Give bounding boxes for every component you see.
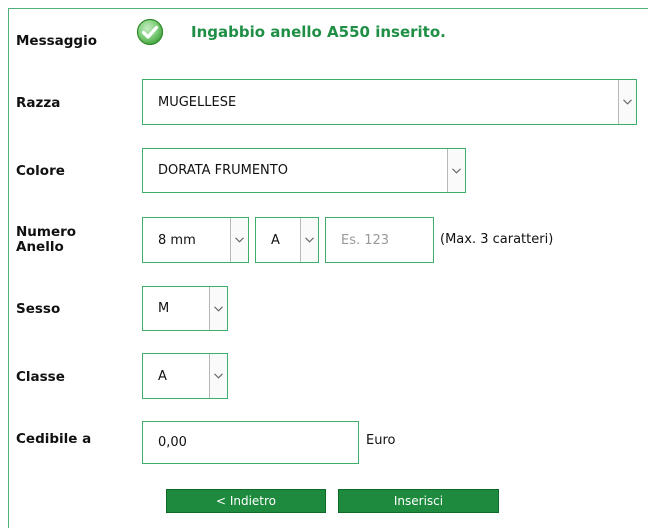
numero-anello-label-line2: Anello <box>16 239 64 255</box>
numero-anello-label-line1: Numero <box>16 224 77 240</box>
chevron-down-icon[interactable] <box>300 218 318 262</box>
ring-number-input[interactable]: Es. 123 <box>325 217 434 263</box>
numero-anello-label: Numero Anello <box>16 225 76 255</box>
cedibile-input[interactable]: 0,00 <box>142 421 359 464</box>
sesso-value: M <box>158 301 170 316</box>
ring-number-placeholder: Es. 123 <box>341 232 390 248</box>
colore-select[interactable]: DORATA FRUMENTO <box>142 148 466 193</box>
classe-label: Classe <box>16 369 65 385</box>
sesso-label: Sesso <box>16 301 61 317</box>
chevron-down-icon[interactable] <box>230 218 248 262</box>
ring-size-value: 8 mm <box>158 232 196 248</box>
razza-value: MUGELLESE <box>158 94 237 110</box>
ring-series-value: A <box>271 232 280 248</box>
ring-series-select[interactable]: A <box>255 217 319 263</box>
razza-select[interactable]: MUGELLESE <box>142 79 637 125</box>
razza-label: Razza <box>16 95 61 111</box>
chevron-down-icon[interactable] <box>209 287 227 330</box>
colore-label: Colore <box>16 163 65 179</box>
classe-value: A <box>158 368 167 384</box>
cedibile-unit: Euro <box>366 433 396 448</box>
cedibile-label: Cedibile a <box>16 431 92 447</box>
colore-value: DORATA FRUMENTO <box>158 163 288 178</box>
submit-button[interactable]: Inserisci <box>338 489 499 513</box>
cedibile-value: 0,00 <box>158 435 187 450</box>
message-label: Messaggio <box>16 33 97 49</box>
message-text: Ingabbio anello A550 inserito. <box>191 23 446 41</box>
ring-number-hint: (Max. 3 caratteri) <box>440 232 554 247</box>
chevron-down-icon[interactable] <box>447 149 465 192</box>
back-button[interactable]: < Indietro <box>166 489 326 513</box>
check-circle-icon <box>136 18 164 46</box>
chevron-down-icon[interactable] <box>618 80 636 124</box>
ring-size-select[interactable]: 8 mm <box>142 217 249 263</box>
chevron-down-icon[interactable] <box>209 354 227 398</box>
classe-select[interactable]: A <box>142 353 228 399</box>
sesso-select[interactable]: M <box>142 286 228 331</box>
